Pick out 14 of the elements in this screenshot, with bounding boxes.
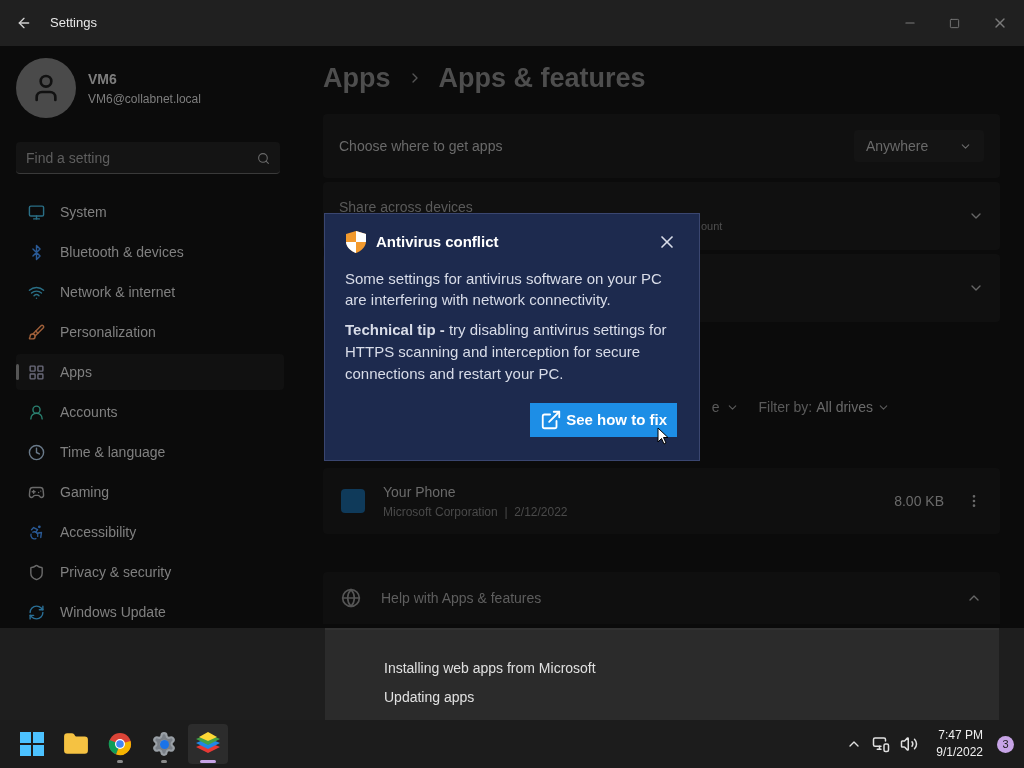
breadcrumb-item: Apps & features (438, 61, 646, 95)
window-title: Settings (50, 14, 97, 33)
setting-description: ount (701, 219, 723, 235)
user-email: VM6@collabnet.local (88, 90, 201, 108)
app-name: Your Phone (383, 482, 457, 502)
help-title: Help with Apps & features (381, 588, 542, 608)
popup-message: Some settings for antivirus software on your PC are interfering with network connectivity. (345, 269, 663, 310)
user-name: VM6 (88, 69, 118, 89)
popup-title: Antivirus conflict (376, 231, 499, 252)
setting-label: Choose where to get apps (339, 136, 503, 156)
app-size: 8.00 KB (894, 491, 944, 511)
setting-label: Share across devices (339, 198, 474, 218)
popup-tip: Technical tip - try disabling antivirus settings for HTTPS scanning and interception for secure connections and restart your PC. (345, 320, 668, 384)
app-details: Microsoft Corporation | 2/12/2022 (383, 503, 568, 521)
